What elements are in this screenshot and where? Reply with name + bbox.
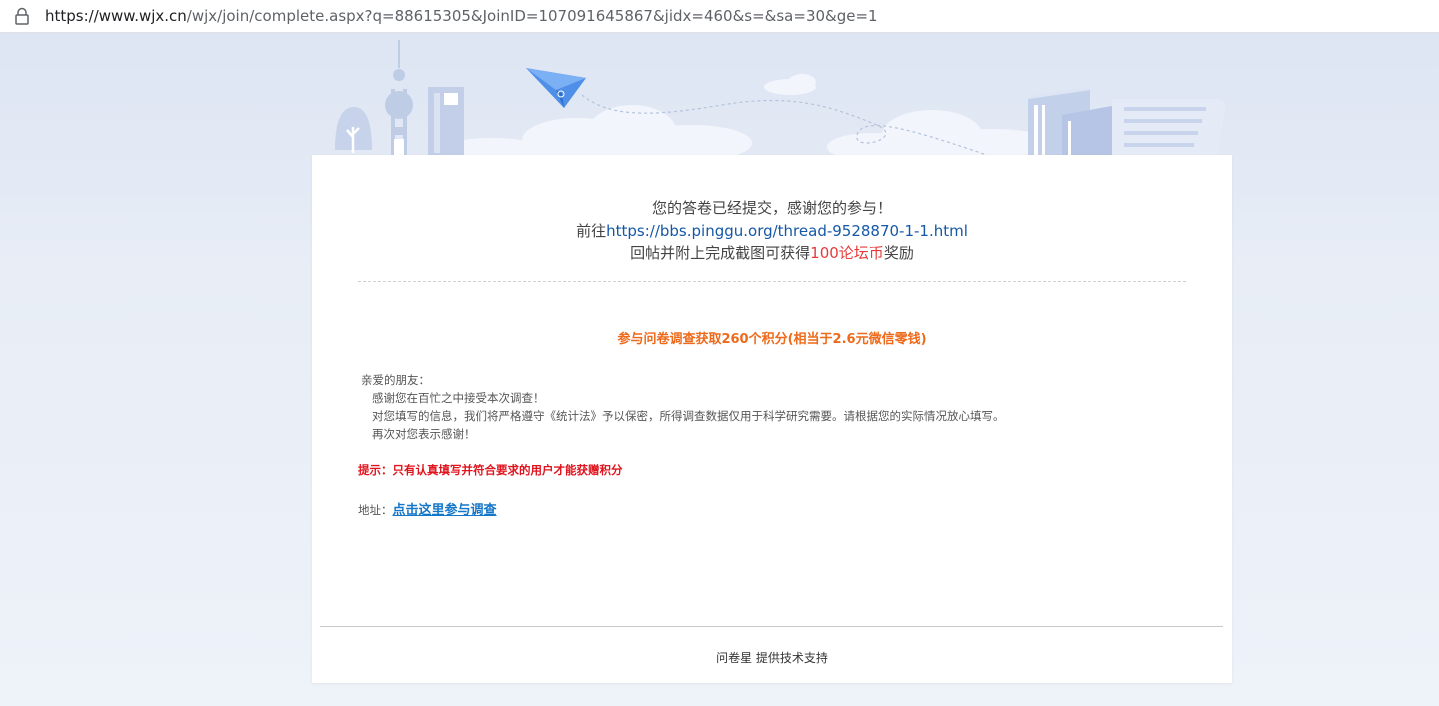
tip-notice: 提示：只有认真填写并符合要求的用户才能获赠积分	[358, 463, 623, 477]
url-text[interactable]: https://www.wjx.cn/wjx/join/complete.asp…	[45, 7, 878, 25]
footer-credit: 问卷星 提供技术支持	[716, 651, 828, 665]
letter-line: 对您填写的信息，我们将严格遵守《统计法》予以保密，所得调查数据仅用于科学研究需要…	[372, 409, 1005, 423]
tree-icon	[335, 107, 372, 153]
coins-highlight: 100论坛币	[810, 244, 884, 262]
forum-prefix: 前往	[576, 221, 607, 240]
forum-line: 前往https://bbs.pinggu.org/thread-9528870-…	[312, 220, 1232, 243]
reward-prefix: 回帖并附上完成截图可获得	[630, 244, 811, 262]
dashed-divider	[358, 281, 1186, 282]
reward-line: 回帖并附上完成截图可获得100论坛币奖励	[312, 242, 1232, 265]
forum-link[interactable]: https://bbs.pinggu.org/thread-9528870-1-…	[606, 222, 968, 240]
paper-plane-icon	[526, 68, 586, 108]
lock-icon	[15, 7, 29, 25]
footer-divider	[320, 626, 1223, 627]
books-icon	[1028, 87, 1117, 160]
letter-body: 亲爱的朋友： 感谢您在百忙之中接受本次调查！ 对您填写的信息，我们将严格遵守《统…	[361, 371, 1005, 443]
letter-line: 感谢您在百忙之中接受本次调查！	[372, 391, 545, 405]
survey-link[interactable]: 点击这里参与调查	[393, 503, 497, 518]
document-icon	[1112, 99, 1226, 160]
banner-illustration	[335, 40, 1226, 160]
address-bar[interactable]: https://www.wjx.cn/wjx/join/complete.asp…	[0, 0, 1439, 33]
url-path: /wjx/join/complete.aspx?q=88615305&JoinI…	[186, 7, 878, 25]
thanks-line: 您的答卷已经提交，感谢您的参与！	[651, 199, 892, 217]
url-host: https://www.wjx.cn	[45, 7, 187, 25]
building-icon	[428, 87, 464, 159]
completion-card: 您的答卷已经提交，感谢您的参与！ 前往https://bbs.pinggu.or…	[312, 155, 1232, 683]
survey-address: 地址：点击这里参与调查	[358, 499, 497, 518]
address-label: 地址：	[358, 503, 393, 517]
letter-greeting: 亲爱的朋友：	[361, 373, 430, 387]
letter-line: 再次对您表示感谢！	[372, 427, 476, 441]
thank-you-message: 您的答卷已经提交，感谢您的参与！ 前往https://bbs.pinggu.or…	[312, 197, 1232, 265]
tower-icon	[385, 40, 413, 155]
points-reward-text: 参与问卷调查获取260个积分(相当于2.6元微信零钱)	[617, 332, 927, 347]
reward-suffix: 奖励	[883, 244, 914, 262]
